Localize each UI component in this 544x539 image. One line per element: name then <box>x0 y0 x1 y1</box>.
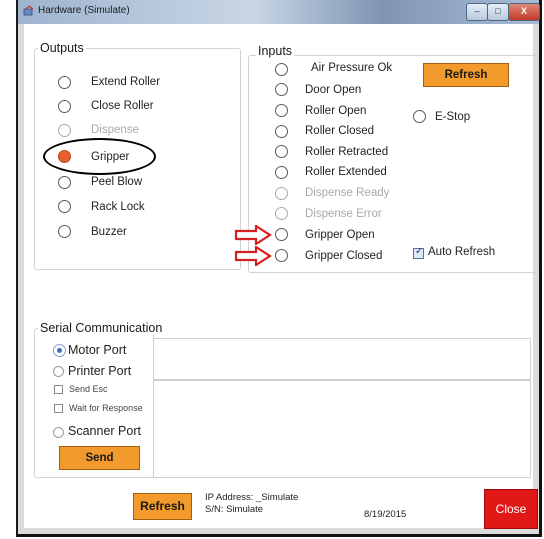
footer-refresh-button[interactable]: Refresh <box>133 493 192 520</box>
close-button[interactable]: Close <box>484 489 538 529</box>
input-air-pressure-ok <box>275 63 288 76</box>
label-roller-retracted: Roller Retracted <box>305 146 389 158</box>
label-extend-roller: Extend Roller <box>91 76 161 88</box>
inputs-refresh-button[interactable]: Refresh <box>423 63 509 87</box>
radio-scanner-port[interactable] <box>53 427 64 438</box>
label-send-esc: Send Esc <box>69 384 108 394</box>
input-e-stop <box>413 110 426 123</box>
hardware-window: Hardware (Simulate) – □ X Outputs Extend… <box>16 0 542 537</box>
label-motor-port: Motor Port <box>68 343 127 357</box>
serial-number-label: S/N: Simulate <box>205 504 264 515</box>
screenshot-frame: Hardware (Simulate) – □ X Outputs Extend… <box>0 0 544 539</box>
wait-response-checkbox[interactable] <box>54 404 63 413</box>
input-roller-retracted <box>275 145 288 158</box>
label-scanner-port: Scanner Port <box>68 424 141 438</box>
send-esc-checkbox[interactable] <box>54 385 63 394</box>
label-door-open: Door Open <box>305 84 362 96</box>
label-printer-port: Printer Port <box>68 364 132 378</box>
radio-peel-blow[interactable] <box>58 176 71 189</box>
radio-rack-lock[interactable] <box>58 200 71 213</box>
title-bar: Hardware (Simulate) – □ X <box>18 0 540 24</box>
input-gripper-closed <box>275 249 288 262</box>
auto-refresh-checkbox[interactable] <box>413 246 424 259</box>
radio-dispense[interactable] <box>58 124 71 137</box>
label-dispense-error: Dispense Error <box>305 208 382 220</box>
outputs-legend: Outputs <box>38 41 86 55</box>
input-roller-extended <box>275 166 288 179</box>
annotation-arrow-icon <box>234 225 272 245</box>
annotation-arrow-icon <box>234 246 272 266</box>
minimize-button[interactable]: – <box>466 3 488 21</box>
label-peel-blow: Peel Blow <box>91 176 143 188</box>
radio-close-roller[interactable] <box>58 100 71 113</box>
serial-legend: Serial Communication <box>38 321 165 335</box>
ip-address-label: IP Address: _Simulate <box>205 492 299 503</box>
date-label: 8/19/2015 <box>364 509 407 520</box>
label-buzzer: Buzzer <box>91 226 127 238</box>
serial-response-output[interactable] <box>153 380 531 478</box>
radio-buzzer[interactable] <box>58 225 71 238</box>
input-gripper-open <box>275 228 288 241</box>
label-dispense-ready: Dispense Ready <box>305 187 390 199</box>
highlight-ellipse <box>43 138 156 175</box>
label-close-roller: Close Roller <box>91 100 154 112</box>
client-area: Outputs Extend Roller Close Roller Dispe… <box>24 24 539 529</box>
radio-motor-port[interactable] <box>53 344 66 357</box>
send-button[interactable]: Send <box>59 446 140 470</box>
serial-command-input[interactable] <box>153 338 531 380</box>
input-dispense-ready <box>275 187 288 200</box>
maximize-button[interactable]: □ <box>487 3 509 21</box>
label-air-pressure-ok: Air Pressure Ok <box>311 62 393 74</box>
label-auto-refresh: Auto Refresh <box>428 246 496 258</box>
input-roller-open <box>275 104 288 117</box>
label-roller-closed: Roller Closed <box>305 125 375 137</box>
close-window-button[interactable]: X <box>508 3 540 21</box>
input-roller-closed <box>275 125 288 138</box>
label-e-stop: E-Stop <box>435 111 471 123</box>
input-door-open <box>275 83 288 96</box>
app-icon <box>23 5 34 16</box>
inputs-group <box>248 55 539 273</box>
radio-extend-roller[interactable] <box>58 76 71 89</box>
window-title: Hardware (Simulate) <box>38 5 130 16</box>
label-wait-for-response: Wait for Response <box>69 403 143 413</box>
label-rack-lock: Rack Lock <box>91 201 145 213</box>
input-dispense-error <box>275 207 288 220</box>
label-gripper-closed: Gripper Closed <box>305 250 383 262</box>
label-roller-extended: Roller Extended <box>305 166 387 178</box>
label-gripper-open: Gripper Open <box>305 229 375 241</box>
inputs-legend: Inputs <box>256 44 295 58</box>
label-dispense: Dispense <box>91 124 139 136</box>
radio-printer-port[interactable] <box>53 366 64 377</box>
label-roller-open: Roller Open <box>305 105 367 117</box>
